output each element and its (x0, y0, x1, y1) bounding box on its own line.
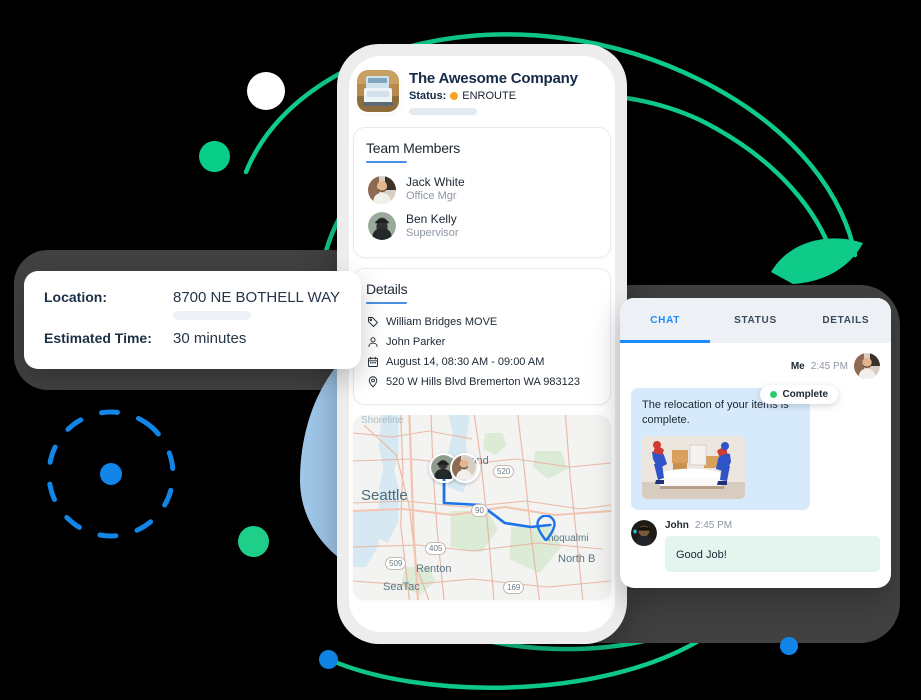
status-placeholder-bar (409, 108, 477, 116)
message-sender: Me (790, 360, 805, 372)
chat-panel: CHAT STATUS DETAILS Me 2:45 PM Complete … (620, 298, 891, 588)
company-status: Status: ENROUTE (409, 90, 611, 102)
company-name: The Awesome Company (409, 70, 578, 87)
map-shield-520: 520 (493, 464, 515, 478)
phone-mockup: The Awesome Company Status: ENROUTE Team… (337, 44, 627, 644)
message-text: Good Job! (676, 549, 727, 562)
truck-photo-icon (357, 70, 399, 112)
message-time: 2:45 PM (810, 360, 848, 372)
team-members-title: Team Members (366, 140, 461, 157)
title-underline (366, 161, 407, 164)
message-john-header: John 2:45 PM (665, 520, 880, 531)
title-underline (366, 301, 407, 304)
member-name: Jack White (406, 175, 465, 190)
decor-dot-blue-2 (319, 650, 338, 669)
detail-row-datetime: August 14, 08:30 AM - 09:00 AM (366, 352, 598, 372)
message-time: 2:45 PM (694, 520, 733, 532)
status-label: Status: (409, 90, 447, 103)
message-me: Me 2:45 PM Complete The relocation of yo… (631, 353, 880, 511)
member-role: Supervisor (406, 227, 459, 239)
avatar-jack-white-icon (450, 452, 480, 483)
location-value: 8700 NE BOTHELL WAY (173, 289, 341, 306)
estimated-time-value: 30 minutes (173, 330, 247, 347)
decor-dot-blue-3 (780, 637, 798, 655)
location-label: Location: (44, 289, 107, 305)
member-name: Ben Kelly (406, 212, 457, 226)
map-shield-169: 169 (503, 580, 525, 594)
status-value: ENROUTE (462, 90, 517, 103)
message-me-header: Me 2:45 PM (631, 353, 880, 379)
map-shield-509: 509 (385, 556, 407, 570)
avatar-ben-kelly-icon (368, 212, 396, 241)
tab-status[interactable]: STATUS (710, 298, 800, 343)
chat-message-list: Me 2:45 PM Complete The relocation of yo… (620, 343, 891, 584)
map-pin-icon (536, 514, 556, 541)
status-badge-complete: Complete (760, 385, 838, 404)
message-bubble-john: Good Job! (665, 536, 880, 573)
chat-tab-bar: CHAT STATUS DETAILS (620, 298, 891, 343)
phone-screen: The Awesome Company Status: ENROUTE Team… (349, 56, 615, 632)
green-arrow-head (771, 238, 863, 284)
location-pin-icon (368, 376, 378, 388)
detail-text: August 14, 08:30 AM - 09:00 AM (386, 355, 545, 368)
detail-row-job: William Bridges MOVE (366, 312, 598, 332)
tag-icon (368, 316, 378, 327)
estimated-time-label: Estimated Time: (44, 330, 152, 346)
avatar-me-icon (854, 353, 880, 379)
status-dot-icon (450, 92, 459, 101)
person-icon (368, 336, 378, 347)
detail-row-person: John Parker (366, 332, 598, 352)
team-member-row[interactable]: Jack White Office Mgr (366, 171, 598, 208)
calendar-icon (368, 356, 378, 367)
map-shield-i405: 405 (425, 541, 447, 555)
decor-dot-green-1 (199, 141, 230, 172)
team-member-row[interactable]: Ben Kelly Supervisor (366, 208, 598, 245)
location-row: Location: 8700 NE BOTHELL WAY (44, 289, 341, 306)
location-placeholder-bar (173, 311, 251, 320)
avatar-john-icon (631, 520, 657, 547)
map-avatar-cluster[interactable] (429, 452, 480, 483)
tab-chat[interactable]: CHAT (620, 298, 711, 343)
status-badge-label: Complete (782, 389, 828, 400)
company-header: The Awesome Company Status: ENROUTE (349, 56, 615, 127)
map-view[interactable]: Shoreline Seattle Redmond Renton SeaTac … (353, 414, 611, 600)
decor-dot-green-2 (238, 526, 269, 557)
message-sender: John (665, 520, 689, 532)
team-members-card: Team Members Jack White Office Mgr Ben K… (353, 127, 611, 258)
avatar-jack-white-icon (368, 175, 396, 204)
message-bubble-me: The relocation of your items is complete… (631, 388, 810, 511)
detail-text: William Bridges MOVE (386, 315, 498, 328)
decor-dot-white (247, 72, 285, 110)
detail-row-address: 520 W Hills Blvd Bremerton WA 983123 (366, 372, 598, 392)
details-card: Details William Bridges MOVE John Parker (353, 267, 611, 405)
detail-text: 520 W Hills Blvd Bremerton WA 983123 (386, 375, 581, 388)
map-shield-i90: 90 (471, 503, 488, 517)
details-title: Details (366, 280, 408, 297)
movers-sofa-photo-icon[interactable] (642, 436, 745, 500)
location-card: Location: 8700 NE BOTHELL WAY Estimated … (24, 271, 361, 369)
member-role: Office Mgr (406, 190, 457, 203)
estimated-time-row: Estimated Time: 30 minutes (44, 330, 341, 347)
decor-dot-blue-1 (100, 463, 122, 485)
message-john: John 2:45 PM Good Job! (631, 520, 880, 573)
illustration-stage: The Awesome Company Status: ENROUTE Team… (0, 0, 921, 700)
tab-details[interactable]: DETAILS (801, 298, 891, 343)
status-dot-icon (770, 391, 778, 398)
detail-text: John Parker (386, 335, 446, 348)
